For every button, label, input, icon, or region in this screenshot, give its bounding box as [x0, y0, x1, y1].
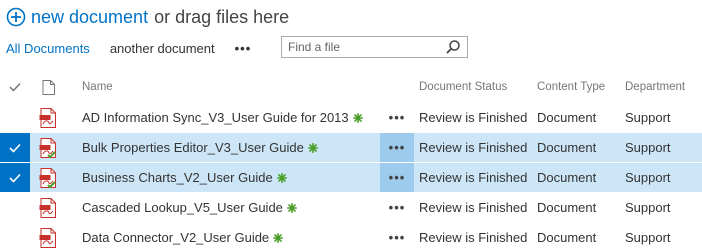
- table-row[interactable]: Cascaded Lookup_V5_User Guide ••• Review…: [0, 192, 702, 222]
- view-another-document[interactable]: another document: [110, 41, 215, 56]
- column-header-row: Name Document Status Content Type Depart…: [0, 72, 702, 102]
- row-checkbox[interactable]: [0, 193, 30, 222]
- pdf-icon: [39, 197, 56, 218]
- name-cell: Bulk Properties Editor_V3_User Guide: [82, 133, 382, 162]
- document-name-link[interactable]: Data Connector_V2_User Guide: [82, 230, 269, 245]
- department: Support: [625, 110, 671, 125]
- column-header-name[interactable]: Name: [82, 72, 382, 102]
- row-more-button[interactable]: •••: [380, 133, 414, 162]
- column-header-department[interactable]: Department: [625, 72, 700, 102]
- content-type: Document: [537, 200, 597, 215]
- content-type: Document: [537, 230, 597, 245]
- drag-files-text: or drag files here: [154, 6, 290, 27]
- row-more-button[interactable]: •••: [380, 223, 414, 252]
- more-views-button[interactable]: •••: [235, 41, 252, 56]
- new-document-link[interactable]: new document: [31, 7, 148, 28]
- department: Support: [625, 170, 671, 185]
- department: Support: [625, 140, 671, 155]
- department: Support: [625, 230, 671, 245]
- checkmark-icon: [9, 173, 21, 183]
- search-input[interactable]: [282, 38, 445, 56]
- row-more-button[interactable]: •••: [380, 163, 414, 192]
- pdf-icon: [39, 167, 56, 188]
- document-status: Review is Finished: [419, 110, 528, 125]
- new-item-icon: [307, 142, 318, 153]
- rows-container: AD Information Sync_V3_User Guide for 20…: [0, 102, 702, 252]
- document-name-link[interactable]: Bulk Properties Editor_V3_User Guide: [82, 140, 304, 155]
- select-all-checkbox[interactable]: [0, 72, 30, 102]
- new-document-bar: new document or drag files here: [6, 4, 289, 30]
- document-name-link[interactable]: Cascaded Lookup_V5_User Guide: [82, 200, 283, 215]
- file-type-cell: [35, 193, 61, 222]
- row-checkbox[interactable]: [0, 163, 30, 192]
- type-column-header[interactable]: [35, 72, 61, 102]
- file-type-cell: [35, 163, 61, 192]
- column-header-content-type[interactable]: Content Type: [537, 72, 622, 102]
- view-all-documents[interactable]: All Documents: [6, 41, 90, 56]
- row-checkbox[interactable]: [0, 223, 30, 252]
- name-cell: Data Connector_V2_User Guide: [82, 223, 382, 252]
- document-icon: [42, 79, 55, 95]
- document-list: Name Document Status Content Type Depart…: [0, 72, 702, 252]
- column-header-status[interactable]: Document Status: [419, 72, 529, 102]
- document-status: Review is Finished: [419, 200, 528, 215]
- table-row[interactable]: Bulk Properties Editor_V3_User Guide •••…: [0, 132, 702, 162]
- checkmark-icon: [9, 82, 21, 92]
- file-type-cell: [35, 133, 61, 162]
- pdf-icon: [39, 227, 56, 248]
- department: Support: [625, 200, 671, 215]
- content-type: Document: [537, 140, 597, 155]
- document-status: Review is Finished: [419, 140, 528, 155]
- view-bar: All Documents another document •••: [6, 36, 476, 60]
- plus-circle-icon[interactable]: [6, 7, 26, 27]
- document-name-link[interactable]: AD Information Sync_V3_User Guide for 20…: [82, 110, 349, 125]
- table-row[interactable]: Business Charts_V2_User Guide ••• Review…: [0, 162, 702, 192]
- row-checkbox[interactable]: [0, 133, 30, 162]
- row-checkbox[interactable]: [0, 103, 30, 132]
- search-box: [281, 36, 468, 58]
- name-cell: AD Information Sync_V3_User Guide for 20…: [82, 103, 382, 132]
- new-item-icon: [273, 232, 284, 243]
- new-item-icon: [276, 172, 287, 183]
- file-type-cell: [35, 103, 61, 132]
- new-item-icon: [352, 112, 363, 123]
- table-row[interactable]: AD Information Sync_V3_User Guide for 20…: [0, 102, 702, 132]
- document-status: Review is Finished: [419, 170, 528, 185]
- table-row[interactable]: Data Connector_V2_User Guide ••• Review …: [0, 222, 702, 252]
- name-cell: Business Charts_V2_User Guide: [82, 163, 382, 192]
- search-icon[interactable]: [445, 39, 461, 55]
- row-more-button[interactable]: •••: [380, 103, 414, 132]
- name-cell: Cascaded Lookup_V5_User Guide: [82, 193, 382, 222]
- checkmark-icon: [9, 143, 21, 153]
- content-type: Document: [537, 170, 597, 185]
- new-item-icon: [286, 202, 297, 213]
- document-name-link[interactable]: Business Charts_V2_User Guide: [82, 170, 273, 185]
- content-type: Document: [537, 110, 597, 125]
- file-type-cell: [35, 223, 61, 252]
- pdf-icon: [39, 107, 56, 128]
- document-status: Review is Finished: [419, 230, 528, 245]
- pdf-icon: [39, 137, 56, 158]
- row-more-button[interactable]: •••: [380, 193, 414, 222]
